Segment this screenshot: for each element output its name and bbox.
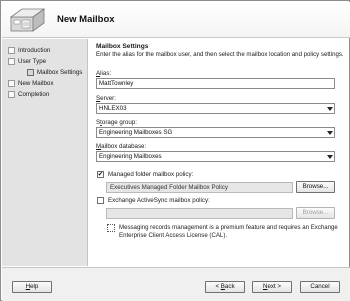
nav-item-completion: Completion xyxy=(8,91,49,98)
wizard-header: New Mailbox xyxy=(2,2,350,38)
nav-item-new-mailbox: New Mailbox xyxy=(8,80,53,87)
chevron-down-icon xyxy=(326,105,333,112)
nav-item-user-type: User Type xyxy=(8,58,46,65)
alias-label: Alias: xyxy=(96,70,112,77)
section-title: Mailbox Settings xyxy=(96,43,149,50)
checkmark-icon: ✔ xyxy=(97,170,104,178)
mailbox-database-label: Mailbox database: xyxy=(96,143,147,150)
activesync-label: Exchange ActiveSync mailbox policy: xyxy=(108,197,210,204)
nav-item-label: Introduction xyxy=(18,47,51,54)
server-value: HNLEX03 xyxy=(99,105,127,112)
license-note-line1: Messaging records management is a premiu… xyxy=(119,224,338,231)
nav-item-label: User Type xyxy=(18,58,47,65)
activesync-checkbox[interactable] xyxy=(97,197,104,204)
alias-input[interactable]: MattTownley xyxy=(96,78,335,89)
storage-group-value: Engineering Mailboxes SG xyxy=(99,129,173,136)
wizard-title: New Mailbox xyxy=(57,14,115,25)
mailbox-database-value: Engineering Mailboxes xyxy=(99,153,162,160)
intro-text: Enter the alias for the mailbox user, an… xyxy=(96,51,344,58)
info-note-icon xyxy=(107,224,115,232)
step-box-icon xyxy=(8,58,15,65)
chevron-down-icon xyxy=(326,153,333,160)
nav-item-label: Completion xyxy=(18,91,50,98)
license-note-line2: Enterprise Client Access License (CAL). xyxy=(119,232,228,239)
step-box-icon xyxy=(8,91,15,98)
server-label: Server: xyxy=(96,95,116,102)
step-box-icon xyxy=(8,80,15,87)
server-select[interactable]: HNLEX03 xyxy=(96,103,335,114)
wizard-steps-nav: Introduction User Type Mailbox Settings … xyxy=(2,39,88,266)
activesync-policy-field xyxy=(106,208,293,219)
cancel-button[interactable]: Cancel xyxy=(300,281,340,293)
step-box-icon xyxy=(27,69,34,76)
managed-folder-label: Managed folder mailbox policy: xyxy=(108,171,194,178)
help-button[interactable]: Help xyxy=(12,281,52,293)
mailbox-settings-panel: Mailbox Settings Enter the alias for the… xyxy=(96,43,346,265)
storage-group-select[interactable]: Engineering Mailboxes SG xyxy=(96,127,335,138)
nav-item-introduction: Introduction xyxy=(8,47,50,54)
nav-item-label: Mailbox Settings xyxy=(37,69,83,76)
next-button[interactable]: Next > xyxy=(252,281,292,293)
chevron-down-icon xyxy=(326,129,333,136)
wizard-footer: Help < Back Next > Cancel xyxy=(2,268,350,301)
managed-folder-browse-button[interactable]: Browse... xyxy=(296,181,335,193)
nav-item-label: New Mailbox xyxy=(18,80,54,87)
back-button[interactable]: < Back xyxy=(205,281,245,293)
nav-item-mailbox-settings: Mailbox Settings xyxy=(27,69,82,76)
managed-folder-policy-field: Executives Managed Folder Mailbox Policy xyxy=(106,182,293,193)
wizard-window: New Mailbox Introduction User Type Mailb… xyxy=(0,0,350,301)
mailbox-wizard-icon xyxy=(9,8,45,32)
step-box-icon xyxy=(8,47,15,54)
managed-folder-checkbox[interactable]: ✔ xyxy=(97,171,104,178)
storage-group-label: Storage group: xyxy=(96,119,137,126)
activesync-browse-button[interactable]: Browse... xyxy=(296,207,335,219)
mailbox-database-select[interactable]: Engineering Mailboxes xyxy=(96,151,335,162)
